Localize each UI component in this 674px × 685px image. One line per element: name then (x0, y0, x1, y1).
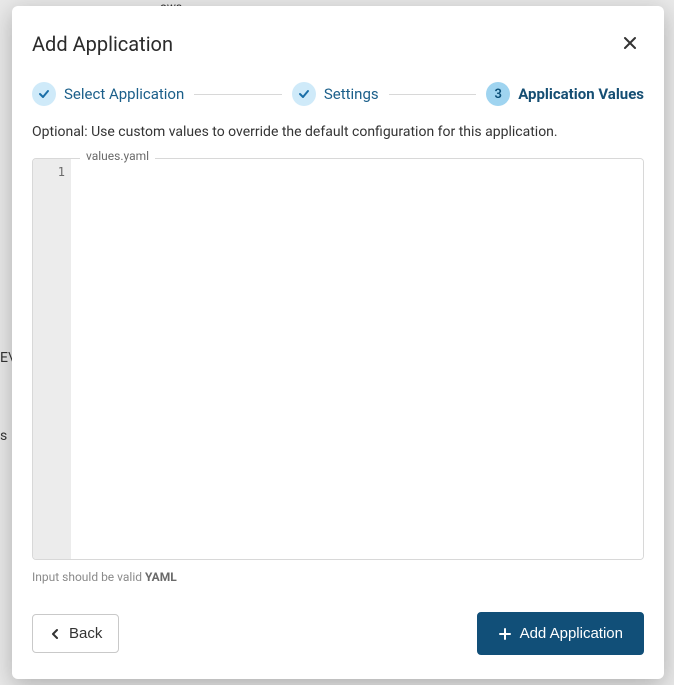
line-number: 1 (33, 165, 65, 179)
check-icon (32, 82, 56, 106)
values-textarea[interactable] (71, 159, 643, 559)
values-editor: values.yaml 1 (32, 158, 644, 560)
modal-header: Add Application (32, 30, 644, 58)
step-application-values[interactable]: 3 Application Values (486, 82, 644, 106)
step-connector (389, 94, 477, 95)
step-label: Application Values (518, 85, 644, 103)
back-button-label: Back (69, 625, 102, 642)
close-icon (622, 35, 638, 54)
editor-sub-hint: Input should be valid YAML (32, 570, 644, 584)
code-editor: 1 (32, 158, 644, 560)
step-select-application[interactable]: Select Application (32, 82, 184, 106)
add-application-modal: Add Application Select Application Setti… (12, 6, 664, 679)
close-button[interactable] (616, 30, 644, 58)
modal-title: Add Application (32, 32, 173, 56)
background-text: s (0, 428, 7, 444)
sub-hint-strong: YAML (145, 570, 177, 584)
editor-label: values.yaml (80, 149, 155, 163)
step-connector (194, 94, 282, 95)
sub-hint-text: Input should be valid (32, 570, 145, 584)
step-label: Select Application (64, 85, 184, 103)
back-button[interactable]: Back (32, 614, 119, 653)
wizard-stepper: Select Application Settings 3 Applicatio… (32, 82, 644, 106)
step-label: Settings (324, 85, 379, 103)
step-number-badge: 3 (486, 82, 510, 106)
line-gutter: 1 (33, 159, 71, 559)
add-application-button[interactable]: Add Application (477, 612, 644, 655)
step-hint: Optional: Use custom values to override … (32, 124, 644, 140)
chevron-left-icon (49, 628, 61, 640)
step-settings[interactable]: Settings (292, 82, 379, 106)
add-application-button-label: Add Application (520, 625, 623, 642)
check-icon (292, 82, 316, 106)
plus-icon (498, 627, 512, 641)
modal-footer: Back Add Application (32, 612, 644, 655)
